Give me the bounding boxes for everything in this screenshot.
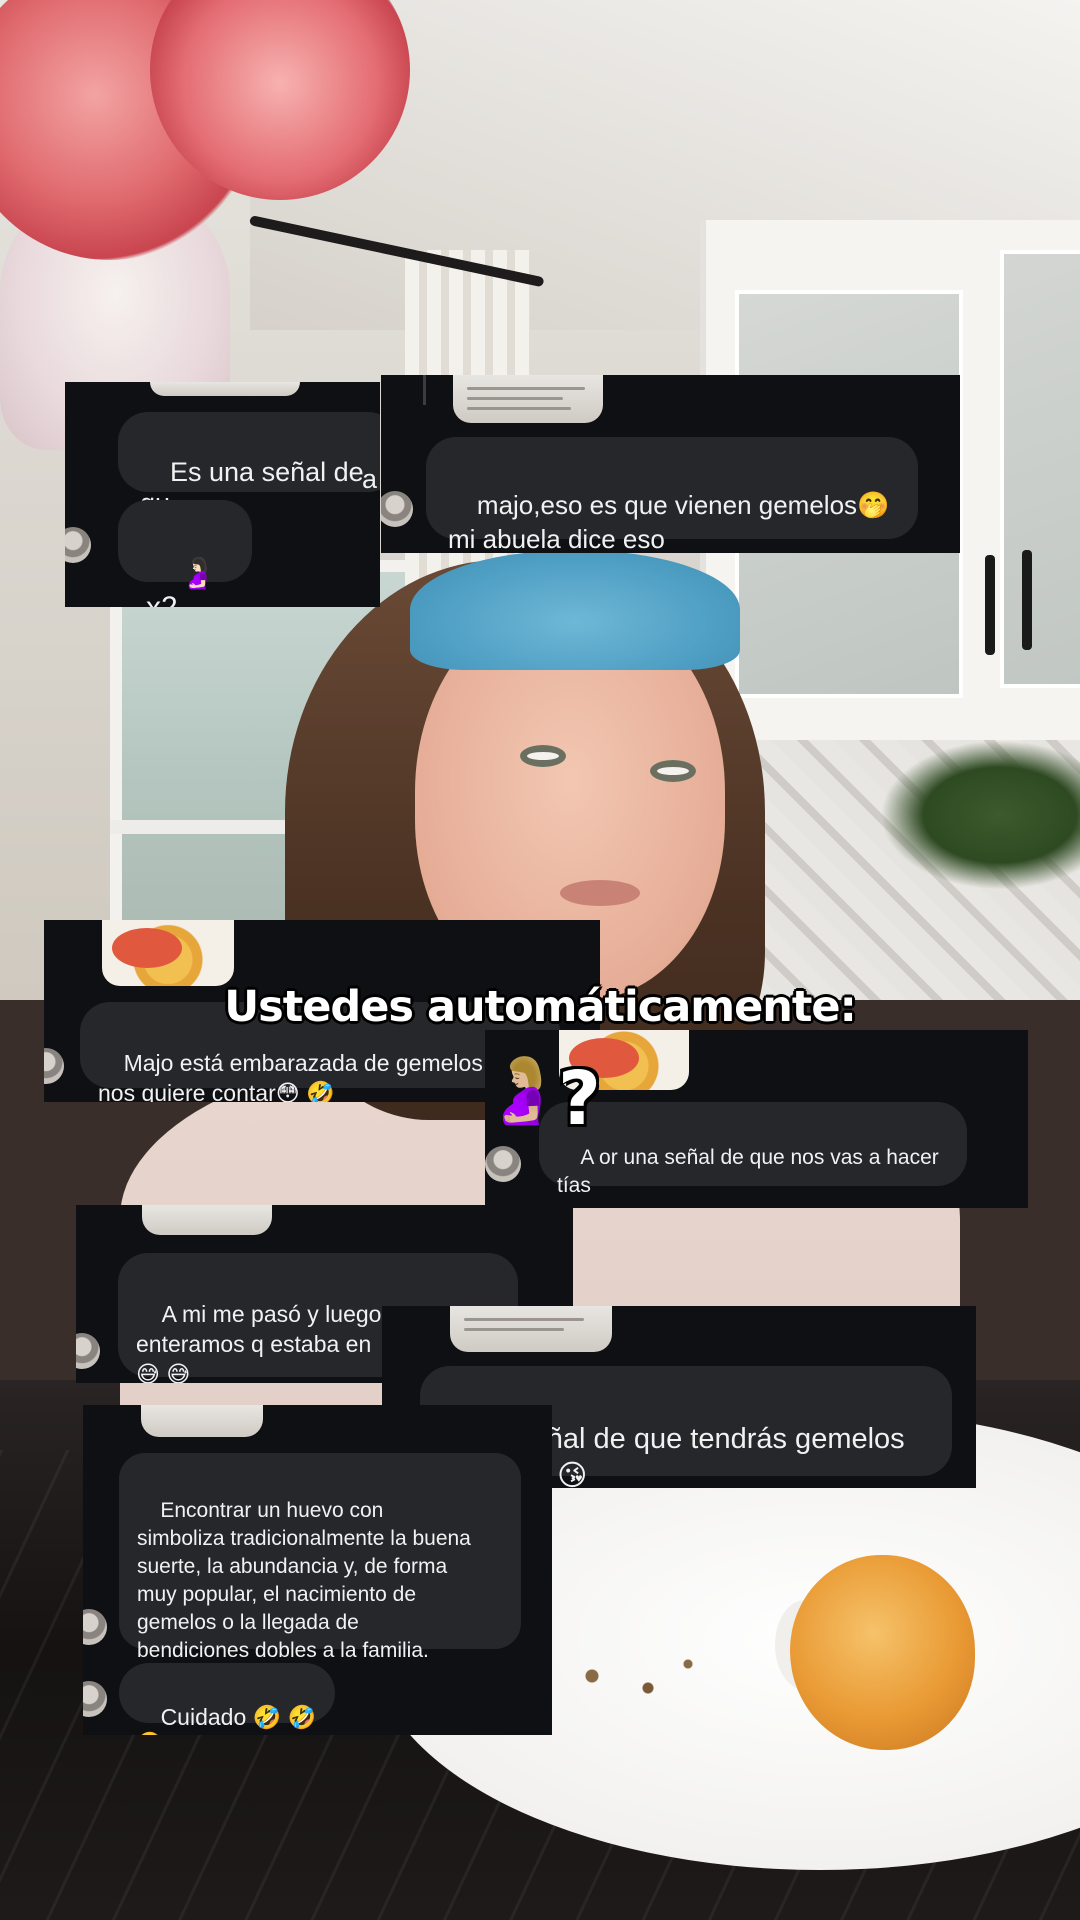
reply-text: Cuidado 🤣 🤣 🤣 (135, 1704, 317, 1735)
question-mark: ? (558, 1056, 601, 1142)
comment-text: Encontrar un huevo con simboliza tradici… (137, 1499, 471, 1662)
comment-bubble: A or una señal de que nos vas a hacer tí… (539, 1102, 967, 1197)
thread-line (423, 375, 426, 405)
eye (650, 760, 696, 782)
avatar (65, 527, 91, 563)
plant (880, 740, 1080, 890)
comment-thumbnail (141, 1405, 263, 1437)
reply-bubble: Cuidado 🤣 🤣 🤣 (119, 1663, 335, 1735)
cabinet-handle (985, 555, 995, 655)
caption-title: Ustedes automáticamente: (224, 982, 857, 1032)
reply-text: 🤰🏻 x2 (146, 557, 217, 607)
reply-bubble: 🤰🏻 x2 (118, 500, 252, 607)
comment-text: majo,eso es que vienen gemelos🤭 mi abuel… (448, 490, 890, 553)
comment-card-1-fragment: a (298, 460, 383, 510)
comment-thumbnail (142, 1205, 272, 1235)
comment-thumbnail (102, 920, 234, 986)
lips (560, 880, 640, 906)
comment-bubble: Encontrar un huevo con simboliza tradici… (119, 1453, 521, 1662)
comment-card-7: Encontrar un huevo con simboliza tradici… (83, 1405, 552, 1735)
comment-thumbnail (453, 375, 603, 423)
cabinet-handle (1022, 550, 1032, 650)
crumbs (560, 1640, 720, 1700)
bread-bun (790, 1555, 975, 1750)
avatar (485, 1146, 521, 1182)
eye (520, 745, 566, 767)
avatar (44, 1048, 64, 1084)
comment-card-2: majo,eso es que vienen gemelos🤭 mi abuel… (381, 375, 960, 553)
comment-text: A or una señal de que nos vas a hacer tí… (557, 1146, 939, 1197)
headband (410, 550, 740, 670)
comment-fragment: a (362, 464, 378, 494)
avatar (83, 1681, 107, 1717)
avatar (76, 1333, 100, 1369)
comment-thumbnail (450, 1306, 612, 1352)
cabinet-glass-right (1000, 250, 1080, 688)
comment-text: Majo está embarazada de gemelos y no nos… (98, 1050, 533, 1102)
avatar (381, 491, 413, 527)
pregnant-woman-emoji: 🤰🏼 (482, 1054, 562, 1126)
comment-bubble: majo,eso es que vienen gemelos🤭 mi abuel… (426, 437, 918, 553)
avatar (83, 1609, 107, 1645)
comment-thumbnail (150, 382, 300, 396)
